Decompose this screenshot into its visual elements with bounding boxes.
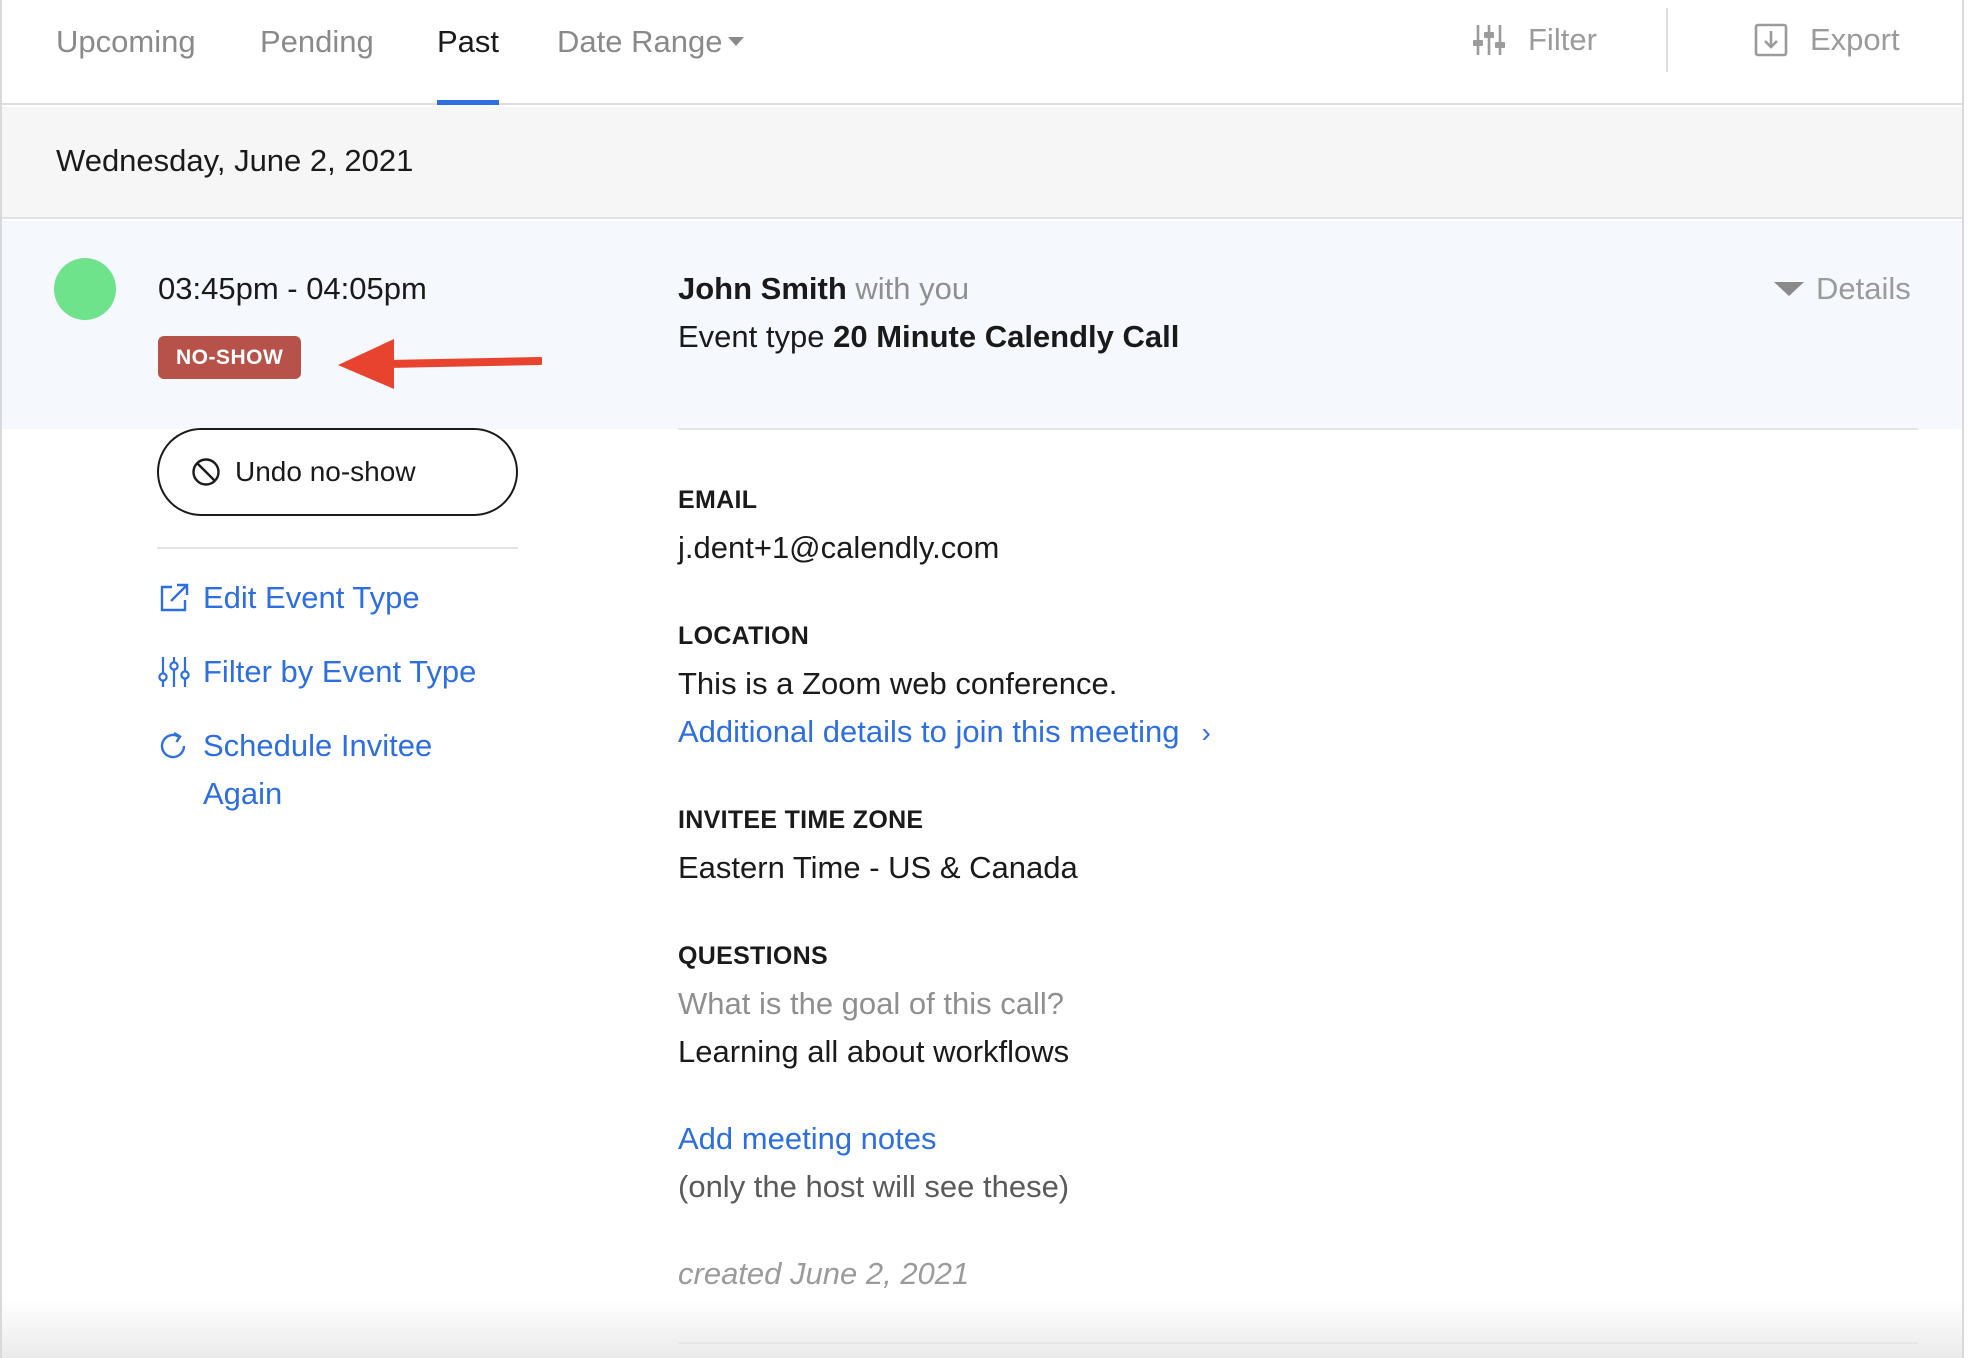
- undo-no-show-button[interactable]: Undo no-show: [157, 428, 518, 516]
- toolbar-divider: [1666, 8, 1668, 72]
- event-time: 03:45pm - 04:05pm: [158, 271, 427, 306]
- triangle-down-icon: [1774, 282, 1804, 296]
- bottom-divider: [678, 1342, 1918, 1344]
- questions-label: QUESTIONS: [678, 942, 828, 970]
- filter-button[interactable]: Filter: [1472, 18, 1597, 62]
- invitee-line: John Smith with you: [678, 271, 969, 307]
- event-color-dot: [54, 258, 116, 320]
- details-divider: [678, 428, 1918, 430]
- actions-divider: [157, 547, 518, 549]
- export-button[interactable]: Export: [1754, 18, 1900, 62]
- event-type-label: Event type: [678, 319, 825, 354]
- location-details-label: Additional details to join this meeting: [678, 714, 1180, 749]
- invitee-name: John Smith: [678, 271, 847, 306]
- event-type-line: Event type 20 Minute Calendly Call: [678, 319, 1179, 355]
- details-toggle[interactable]: Details: [1774, 271, 1911, 307]
- answer-text: Learning all about workflows: [678, 1034, 1070, 1069]
- location-value: This is a Zoom web conference.: [678, 666, 1118, 701]
- external-link-icon: [160, 583, 189, 612]
- top-nav: Upcoming Pending Past Date Range Filter: [2, 0, 1962, 105]
- tab-date-range[interactable]: Date Range: [557, 22, 745, 105]
- edit-event-type-label: Edit Event Type: [203, 580, 420, 615]
- export-icon: [1754, 23, 1788, 57]
- filter-by-event-type-label: Filter by Event Type: [203, 654, 477, 689]
- schedule-invitee-line1: Schedule Invitee: [203, 728, 433, 763]
- location-details-link[interactable]: Additional details to join this meeting ›: [678, 714, 1211, 750]
- invitee-with-text: with you: [855, 271, 970, 306]
- caret-down-icon: [728, 37, 745, 47]
- undo-no-show-label: Undo no-show: [235, 456, 416, 487]
- timezone-value: Eastern Time - US & Canada: [678, 850, 1078, 885]
- tab-pending[interactable]: Pending: [260, 22, 374, 105]
- edit-event-type-link[interactable]: Edit Event Type: [157, 574, 420, 622]
- filter-label: Filter: [1528, 22, 1597, 57]
- location-label: LOCATION: [678, 622, 810, 650]
- timezone-label: INVITEE TIME ZONE: [678, 806, 924, 834]
- date-group-header: Wednesday, June 2, 2021: [2, 107, 1962, 219]
- email-value: j.dent+1@calendly.com: [678, 530, 1000, 565]
- date-heading: Wednesday, June 2, 2021: [56, 143, 414, 178]
- refresh-icon: [160, 731, 186, 759]
- details-label: Details: [1816, 271, 1911, 306]
- email-label: EMAIL: [678, 486, 758, 514]
- schedule-invitee-again-link[interactable]: Schedule Invitee Again: [157, 722, 432, 818]
- no-show-badge: NO-SHOW: [158, 336, 302, 379]
- annotation-arrow-icon: [338, 339, 542, 389]
- event-summary-row[interactable]: 03:45pm - 04:05pm NO-SHOW John Smith wit…: [2, 221, 1962, 429]
- scheduled-events-panel: Upcoming Pending Past Date Range Filter: [0, 0, 1964, 1358]
- tab-past[interactable]: Past: [437, 22, 500, 105]
- schedule-invitee-again-label: Schedule Invitee Again: [203, 722, 432, 818]
- sliders-icon: [1473, 25, 1505, 55]
- add-meeting-notes-link[interactable]: Add meeting notes: [678, 1121, 937, 1157]
- created-date: created June 2, 2021: [678, 1256, 970, 1291]
- export-label: Export: [1810, 22, 1900, 57]
- question-text: What is the goal of this call?: [678, 986, 1064, 1021]
- tab-upcoming[interactable]: Upcoming: [56, 22, 196, 105]
- ban-icon: [192, 458, 220, 486]
- schedule-invitee-line2: Again: [203, 776, 283, 811]
- filter-by-event-type-link[interactable]: Filter by Event Type: [157, 648, 476, 696]
- chevron-right-icon: ›: [1201, 717, 1211, 748]
- date-range-label: Date Range: [557, 24, 723, 59]
- sliders-icon: [158, 657, 190, 687]
- notes-hint: (only the host will see these): [678, 1169, 1070, 1204]
- event-type-name: 20 Minute Calendly Call: [833, 319, 1180, 354]
- bottom-fade: [2, 1300, 1962, 1358]
